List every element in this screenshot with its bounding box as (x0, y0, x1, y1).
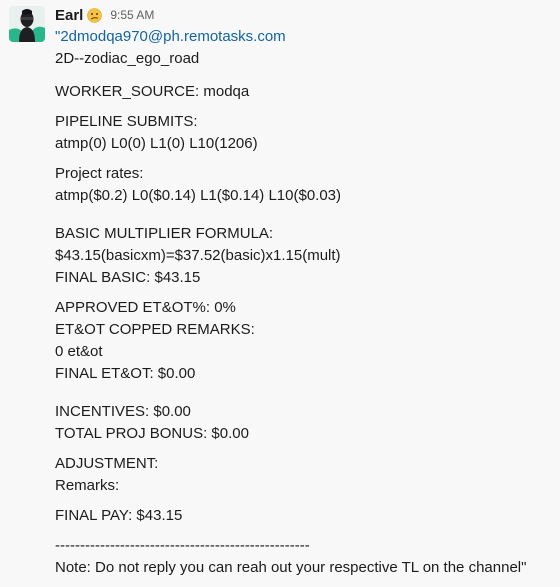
confused-face-icon[interactable] (87, 7, 103, 23)
final-basic: FINAL BASIC: $43.15 (55, 269, 201, 286)
note: Note: Do not reply you can reah out your… (55, 559, 527, 576)
pipeline-label: PIPELINE SUBMITS: (55, 113, 198, 130)
message-header: Earl 9:55 AM (55, 5, 154, 25)
copped-remarks-label: ET&OT COPPED REMARKS: (55, 321, 255, 338)
final-etot: FINAL ET&OT: $0.00 (55, 365, 196, 382)
message-body: "2dmodqa970@ph.remotasks.com 2D--zodiac_… (55, 26, 555, 579)
formula-label: BASIC MULTIPLIER FORMULA: (55, 225, 274, 242)
final-pay: FINAL PAY: $43.15 (55, 507, 183, 524)
sender-name[interactable]: Earl (55, 7, 83, 24)
project-name: 2D--zodiac_ego_road (55, 50, 200, 67)
avatar-image (9, 6, 45, 42)
email-line: "2dmodqa970@ph.remotasks.com (55, 26, 555, 48)
email-link[interactable]: 2dmodqa970@ph.remotasks.com (60, 28, 285, 45)
worker-source: WORKER_SOURCE: modqa (55, 83, 250, 100)
divider: ----------------------------------------… (55, 537, 310, 554)
total-proj-bonus: TOTAL PROJ BONUS: $0.00 (55, 425, 249, 442)
rates-values: atmp($0.2) L0($0.14) L1($0.14) L10($0.03… (55, 187, 342, 204)
message-timestamp[interactable]: 9:55 AM (110, 8, 154, 22)
remarks: Remarks: (55, 477, 120, 494)
rates-label: Project rates: (55, 165, 144, 182)
avatar[interactable] (9, 6, 45, 42)
incentives: INCENTIVES: $0.00 (55, 403, 191, 420)
adjustment: ADJUSTMENT: (55, 455, 159, 472)
pipeline-values: atmp(0) L0(0) L1(0) L10(1206) (55, 135, 258, 152)
copped-remarks-value: 0 et&ot (55, 343, 103, 360)
message: Earl 9:55 AM "2dmodqa970@ph.remotasks.co… (0, 0, 560, 587)
approved-etot: APPROVED ET&OT%: 0% (55, 299, 236, 316)
formula-value: $43.15(basicxm)=$37.52(basic)x1.15(mult) (55, 247, 341, 264)
